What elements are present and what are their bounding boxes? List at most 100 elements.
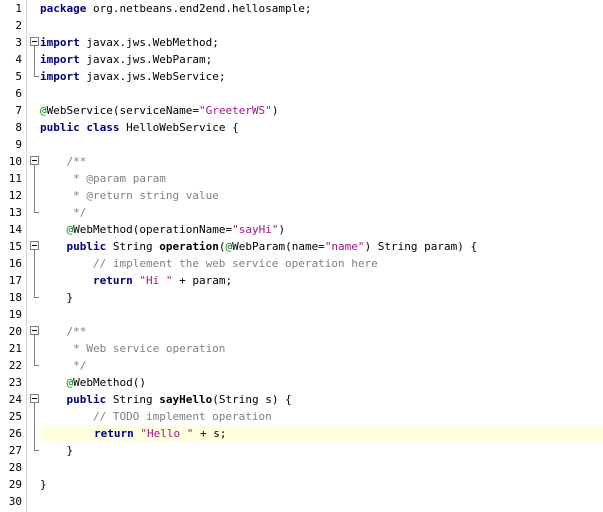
fold-guide-line: [34, 46, 35, 68]
fold-guide-line: [34, 250, 35, 289]
line-number: 21: [8, 342, 22, 355]
token-text: String: [106, 393, 160, 406]
line-number: 14: [8, 223, 22, 236]
token-keyword: package: [40, 2, 87, 15]
fold-toggle-icon[interactable]: [30, 323, 40, 340]
line-number: 17: [8, 274, 22, 287]
fold-end-icon: [30, 442, 40, 459]
line-number: 12: [8, 189, 22, 202]
token-comment: /**: [40, 155, 87, 168]
code-line[interactable]: return "Hi " + param;: [40, 272, 603, 289]
code-line[interactable]: /**: [40, 323, 603, 340]
code-line[interactable]: public class HelloWebService {: [40, 119, 603, 136]
fold-end-icon: [30, 68, 40, 85]
code-line[interactable]: package org.netbeans.end2end.hellosample…: [40, 0, 603, 17]
token-keyword: public: [66, 393, 107, 406]
code-line[interactable]: public String sayHello(String s) {: [40, 391, 603, 408]
token-keyword: public: [66, 240, 107, 253]
token-comment: /**: [40, 325, 87, 338]
code-line[interactable]: }: [40, 289, 603, 306]
code-line[interactable]: import javax.jws.WebMethod;: [40, 34, 603, 51]
code-line[interactable]: @WebMethod(operationName="sayHi"): [40, 221, 603, 238]
token-text: WebParam(name=: [232, 240, 325, 253]
code-line[interactable]: @WebService(serviceName="GreeterWS"): [40, 102, 603, 119]
line-number: 25: [8, 410, 22, 423]
fold-toggle-icon[interactable]: [30, 391, 40, 408]
code-line[interactable]: import javax.jws.WebParam;: [40, 51, 603, 68]
code-line[interactable]: [40, 493, 603, 510]
code-line[interactable]: // TODO implement operation: [40, 408, 603, 425]
line-number: 28: [8, 461, 22, 474]
code-line[interactable]: * Web service operation: [40, 340, 603, 357]
line-number: 23: [8, 376, 22, 389]
token-text: HelloWebService {: [119, 121, 239, 134]
token-text: ): [271, 104, 279, 117]
line-number: 19: [8, 308, 22, 321]
token-comment: * @param param: [40, 172, 166, 185]
token-text: WebService(serviceName=: [46, 104, 199, 117]
line-number: 7: [15, 104, 22, 117]
token-keyword: return: [92, 274, 133, 287]
fold-guide-line: [34, 165, 35, 204]
code-editor[interactable]: 1 2 3 4 5 6 7 8 9 10 11 12 13 14 15 16 17 18 19 20 21 22 23 24 2…: [0, 0, 603, 512]
line-number: 13: [8, 206, 22, 219]
token-keyword: class: [86, 121, 120, 134]
line-number: 11: [8, 172, 22, 185]
fold-toggle-icon[interactable]: [30, 34, 40, 51]
token-comment: */: [40, 206, 87, 219]
line-number: 3: [15, 36, 22, 49]
code-line[interactable]: public String operation(@WebParam(name="…: [40, 238, 603, 255]
token-keyword: return: [93, 427, 134, 440]
line-number: 30: [8, 495, 22, 508]
code-line[interactable]: */: [40, 204, 603, 221]
token-keyword: public: [40, 121, 80, 134]
token-text: + param;: [172, 274, 233, 287]
code-line[interactable]: // implement the web service operation h…: [40, 255, 603, 272]
line-number: 16: [8, 257, 22, 270]
token-text: ): [278, 223, 286, 236]
fold-guide-line: [34, 403, 35, 442]
line-number: 6: [15, 87, 22, 100]
code-line[interactable]: /**: [40, 153, 603, 170]
line-number-gutter: 1 2 3 4 5 6 7 8 9 10 11 12 13 14 15 16 17 18 19 20 21 22 23 24 2…: [0, 0, 27, 512]
code-line[interactable]: [40, 17, 603, 34]
token-string: "GreeterWS": [198, 104, 272, 117]
token-text: + s;: [193, 427, 227, 440]
code-line[interactable]: * @return string value: [40, 187, 603, 204]
line-number: 27: [8, 444, 22, 457]
current-code-line[interactable]: return "Hello " + s;: [41, 425, 603, 442]
token-comment: * Web service operation: [40, 342, 226, 355]
token-text: }: [40, 291, 74, 304]
code-line[interactable]: import javax.jws.WebService;: [40, 68, 603, 85]
token-method: operation: [159, 240, 219, 253]
code-line[interactable]: [40, 136, 603, 153]
token-text: }: [40, 478, 47, 491]
line-number: 8: [15, 121, 22, 134]
code-line[interactable]: }: [40, 476, 603, 493]
token-text: WebMethod(): [73, 376, 146, 389]
code-line[interactable]: */: [40, 357, 603, 374]
line-number: 10: [8, 155, 22, 168]
code-line[interactable]: }: [40, 442, 603, 459]
token-text: String: [106, 240, 160, 253]
code-line[interactable]: * @param param: [40, 170, 603, 187]
line-number: 26: [8, 427, 22, 440]
token-comment: * @return string value: [40, 189, 219, 202]
code-line[interactable]: [40, 459, 603, 476]
line-number: 15: [8, 240, 22, 253]
line-number: 2: [15, 19, 22, 32]
code-line[interactable]: [40, 85, 603, 102]
fold-toggle-icon[interactable]: [30, 153, 40, 170]
code-line[interactable]: @WebMethod(): [40, 374, 603, 391]
fold-end-icon: [30, 289, 40, 306]
token-keyword: import: [40, 70, 80, 83]
token-text: javax.jws.WebMethod;: [79, 36, 219, 49]
token-text: WebMethod(operationName=: [73, 223, 233, 236]
fold-toggle-icon[interactable]: [30, 238, 40, 255]
line-number: 1: [15, 2, 22, 15]
code-line[interactable]: [40, 306, 603, 323]
